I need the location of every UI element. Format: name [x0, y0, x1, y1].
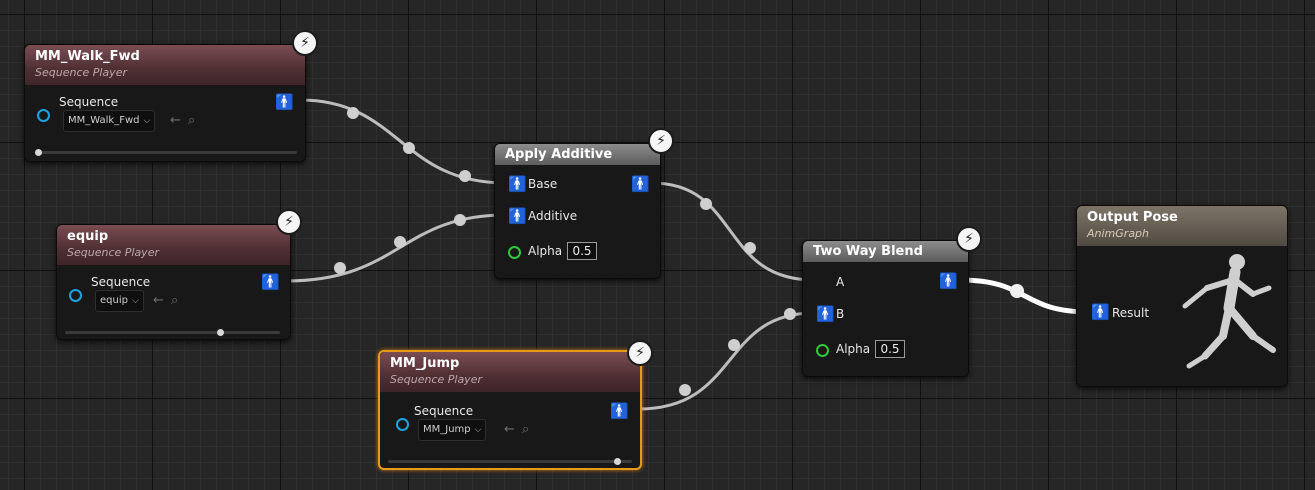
node-subtitle: AnimGraph: [1087, 227, 1150, 240]
node-mm-jump[interactable]: MM_Jump Sequence Player Sequence 🚹 MM_Ju…: [378, 350, 642, 470]
slider-knob[interactable]: [614, 458, 621, 465]
browse-back-icon[interactable]: ←: [153, 293, 164, 308]
mannequin-pose-icon[interactable]: 🚹: [816, 307, 835, 322]
chevron-down-icon: ⌵: [474, 425, 482, 435]
mannequin-pose-icon[interactable]: 🚹: [610, 404, 629, 419]
mannequin-pose-icon[interactable]: 🚹: [275, 95, 294, 110]
search-icon[interactable]: ⌕: [188, 113, 195, 128]
node-mm-walk-fwd[interactable]: MM_Walk_Fwd Sequence Player Sequence 🚹 M…: [24, 44, 306, 162]
sequence-asset-dropdown[interactable]: MM_Walk_Fwd ⌵: [63, 110, 156, 132]
wire-equip-to-additive[interactable]: [285, 213, 507, 283]
node-equip[interactable]: equip Sequence Player Sequence 🚹 equip ⌵ …: [56, 224, 291, 340]
sequence-pin-icon[interactable]: [69, 289, 82, 302]
node-subtitle: Sequence Player: [390, 373, 482, 386]
node-title: MM_Jump: [390, 356, 460, 371]
node-apply-additive[interactable]: Apply Additive 🚹 Base 🚹 🚹 Additive Alpha…: [494, 143, 661, 279]
node-header: Apply Additive: [495, 144, 660, 165]
node-subtitle: Sequence Player: [67, 246, 159, 259]
chevron-down-icon: ⌵: [143, 116, 151, 126]
sequence-pin-icon[interactable]: [37, 109, 50, 122]
slider-knob[interactable]: [35, 149, 42, 156]
lightning-bolt-icon: ⚡: [292, 30, 318, 56]
dropdown-value: equip: [100, 295, 128, 306]
pin-label-a: A: [836, 275, 845, 289]
playback-slider[interactable]: [65, 329, 280, 336]
mannequin-pose-icon[interactable]: 🚹: [1091, 305, 1110, 320]
node-title: MM_Walk_Fwd: [35, 49, 140, 64]
node-header: MM_Walk_Fwd Sequence Player: [25, 45, 305, 85]
mannequin-pose-icon[interactable]: 🚹: [631, 177, 650, 192]
alpha-pin-icon[interactable]: [508, 246, 521, 259]
wire-walk-to-base[interactable]: [299, 98, 507, 185]
lightning-bolt-icon: ⚡: [627, 340, 653, 366]
lightning-bolt-icon: ⚡: [648, 128, 674, 154]
mannequin-pose-icon[interactable]: 🚹: [939, 274, 958, 289]
alpha-value-input[interactable]: 0.5: [875, 340, 905, 358]
lightning-bolt-icon: ⚡: [956, 226, 982, 252]
pin-label-sequence: Sequence: [414, 404, 474, 418]
node-title: Output Pose: [1087, 210, 1178, 225]
wire-jump-to-b[interactable]: [637, 311, 815, 411]
dropdown-value: MM_Walk_Fwd: [68, 115, 140, 126]
node-title: Apply Additive: [505, 147, 613, 162]
node-header: MM_Jump Sequence Player: [380, 352, 640, 392]
search-icon[interactable]: ⌕: [171, 293, 178, 308]
pin-label-sequence: Sequence: [59, 95, 119, 109]
sequence-pin-icon[interactable]: [396, 418, 409, 431]
browse-back-icon[interactable]: ←: [504, 422, 515, 437]
playback-slider[interactable]: [388, 458, 632, 465]
node-subtitle: Sequence Player: [35, 66, 127, 79]
pin-label-sequence: Sequence: [91, 275, 151, 289]
pin-label-additive: Additive: [528, 209, 578, 223]
node-two-way-blend[interactable]: Two Way Blend A 🚹 🚹 B Alpha 0.5: [802, 240, 969, 377]
pin-label-result: Result: [1112, 306, 1150, 320]
node-title: Two Way Blend: [813, 244, 923, 259]
node-header: equip Sequence Player: [57, 225, 290, 265]
alpha-pin-icon[interactable]: [816, 344, 829, 357]
pin-label-b: B: [836, 307, 845, 321]
pin-label-alpha: Alpha: [836, 342, 871, 356]
wire-blend-to-result[interactable]: [959, 277, 1091, 315]
pin-label-alpha: Alpha: [528, 244, 563, 258]
mannequin-pose-icon[interactable]: 🚹: [508, 209, 527, 224]
alpha-value-input[interactable]: 0.5: [567, 242, 597, 260]
slider-knob[interactable]: [217, 329, 224, 336]
wire-additive-to-a[interactable]: [651, 181, 815, 282]
lightning-bolt-icon: ⚡: [276, 209, 302, 235]
node-output-pose[interactable]: Output Pose AnimGraph 🚹 Result: [1076, 205, 1288, 387]
playback-slider[interactable]: [35, 149, 297, 156]
search-icon[interactable]: ⌕: [522, 422, 529, 437]
node-title: equip: [67, 229, 109, 244]
mannequin-pose-icon[interactable]: 🚹: [508, 177, 527, 192]
chevron-down-icon: ⌵: [131, 296, 139, 306]
output-pose-mannequin-icon: [1182, 254, 1276, 369]
mannequin-pose-icon[interactable]: 🚹: [261, 275, 280, 290]
node-header: Two Way Blend: [803, 241, 968, 262]
sequence-asset-dropdown[interactable]: MM_Jump ⌵: [418, 419, 487, 441]
browse-back-icon[interactable]: ←: [170, 113, 181, 128]
sequence-asset-dropdown[interactable]: equip ⌵: [95, 290, 144, 312]
dropdown-value: MM_Jump: [423, 424, 471, 435]
pin-label-base: Base: [528, 177, 558, 191]
node-header: Output Pose AnimGraph: [1077, 206, 1287, 246]
